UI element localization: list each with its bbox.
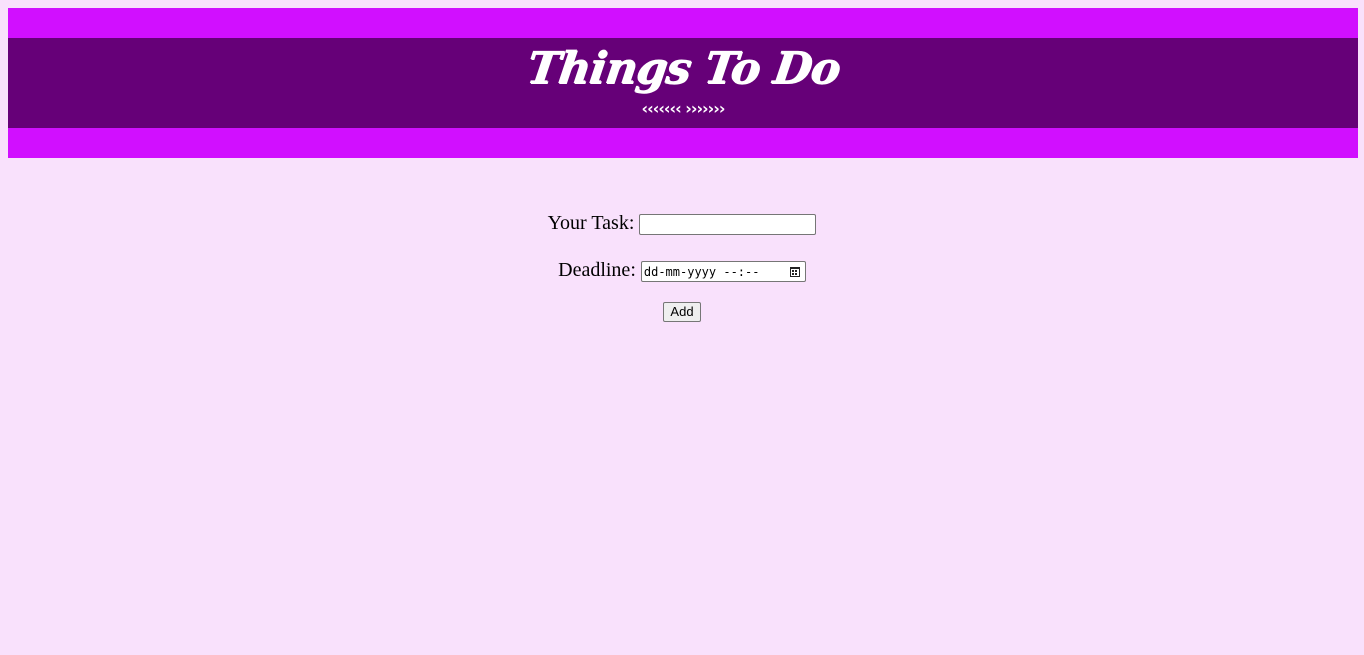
- task-input[interactable]: [639, 214, 817, 235]
- deadline-placeholder: dd-mm-yyyy --:--: [643, 264, 760, 279]
- deadline-datetime-input[interactable]: dd-mm-yyyy --:--: [640, 261, 806, 282]
- add-button[interactable]: Add: [663, 302, 701, 322]
- app-title-logo: Things To Do: [523, 43, 843, 94]
- deadline-row: Deadline: dd-mm-yyyy --:--: [0, 255, 1364, 302]
- header-band: Things To Do ‹‹‹‹‹‹‹ ›››››››: [8, 38, 1358, 128]
- header-banner: Things To Do ‹‹‹‹‹‹‹ ›››››››: [8, 8, 1358, 158]
- task-form: Your Task: Deadline: dd-mm-yyyy --:-- Ad…: [0, 208, 1364, 322]
- deadline-label: Deadline:: [558, 259, 636, 281]
- task-label: Your Task:: [547, 212, 635, 234]
- calendar-icon[interactable]: [789, 266, 800, 277]
- title-ornament: ‹‹‹‹‹‹‹ ›››››››: [641, 99, 726, 118]
- task-row: Your Task:: [0, 208, 1364, 255]
- add-row: Add: [0, 302, 1364, 322]
